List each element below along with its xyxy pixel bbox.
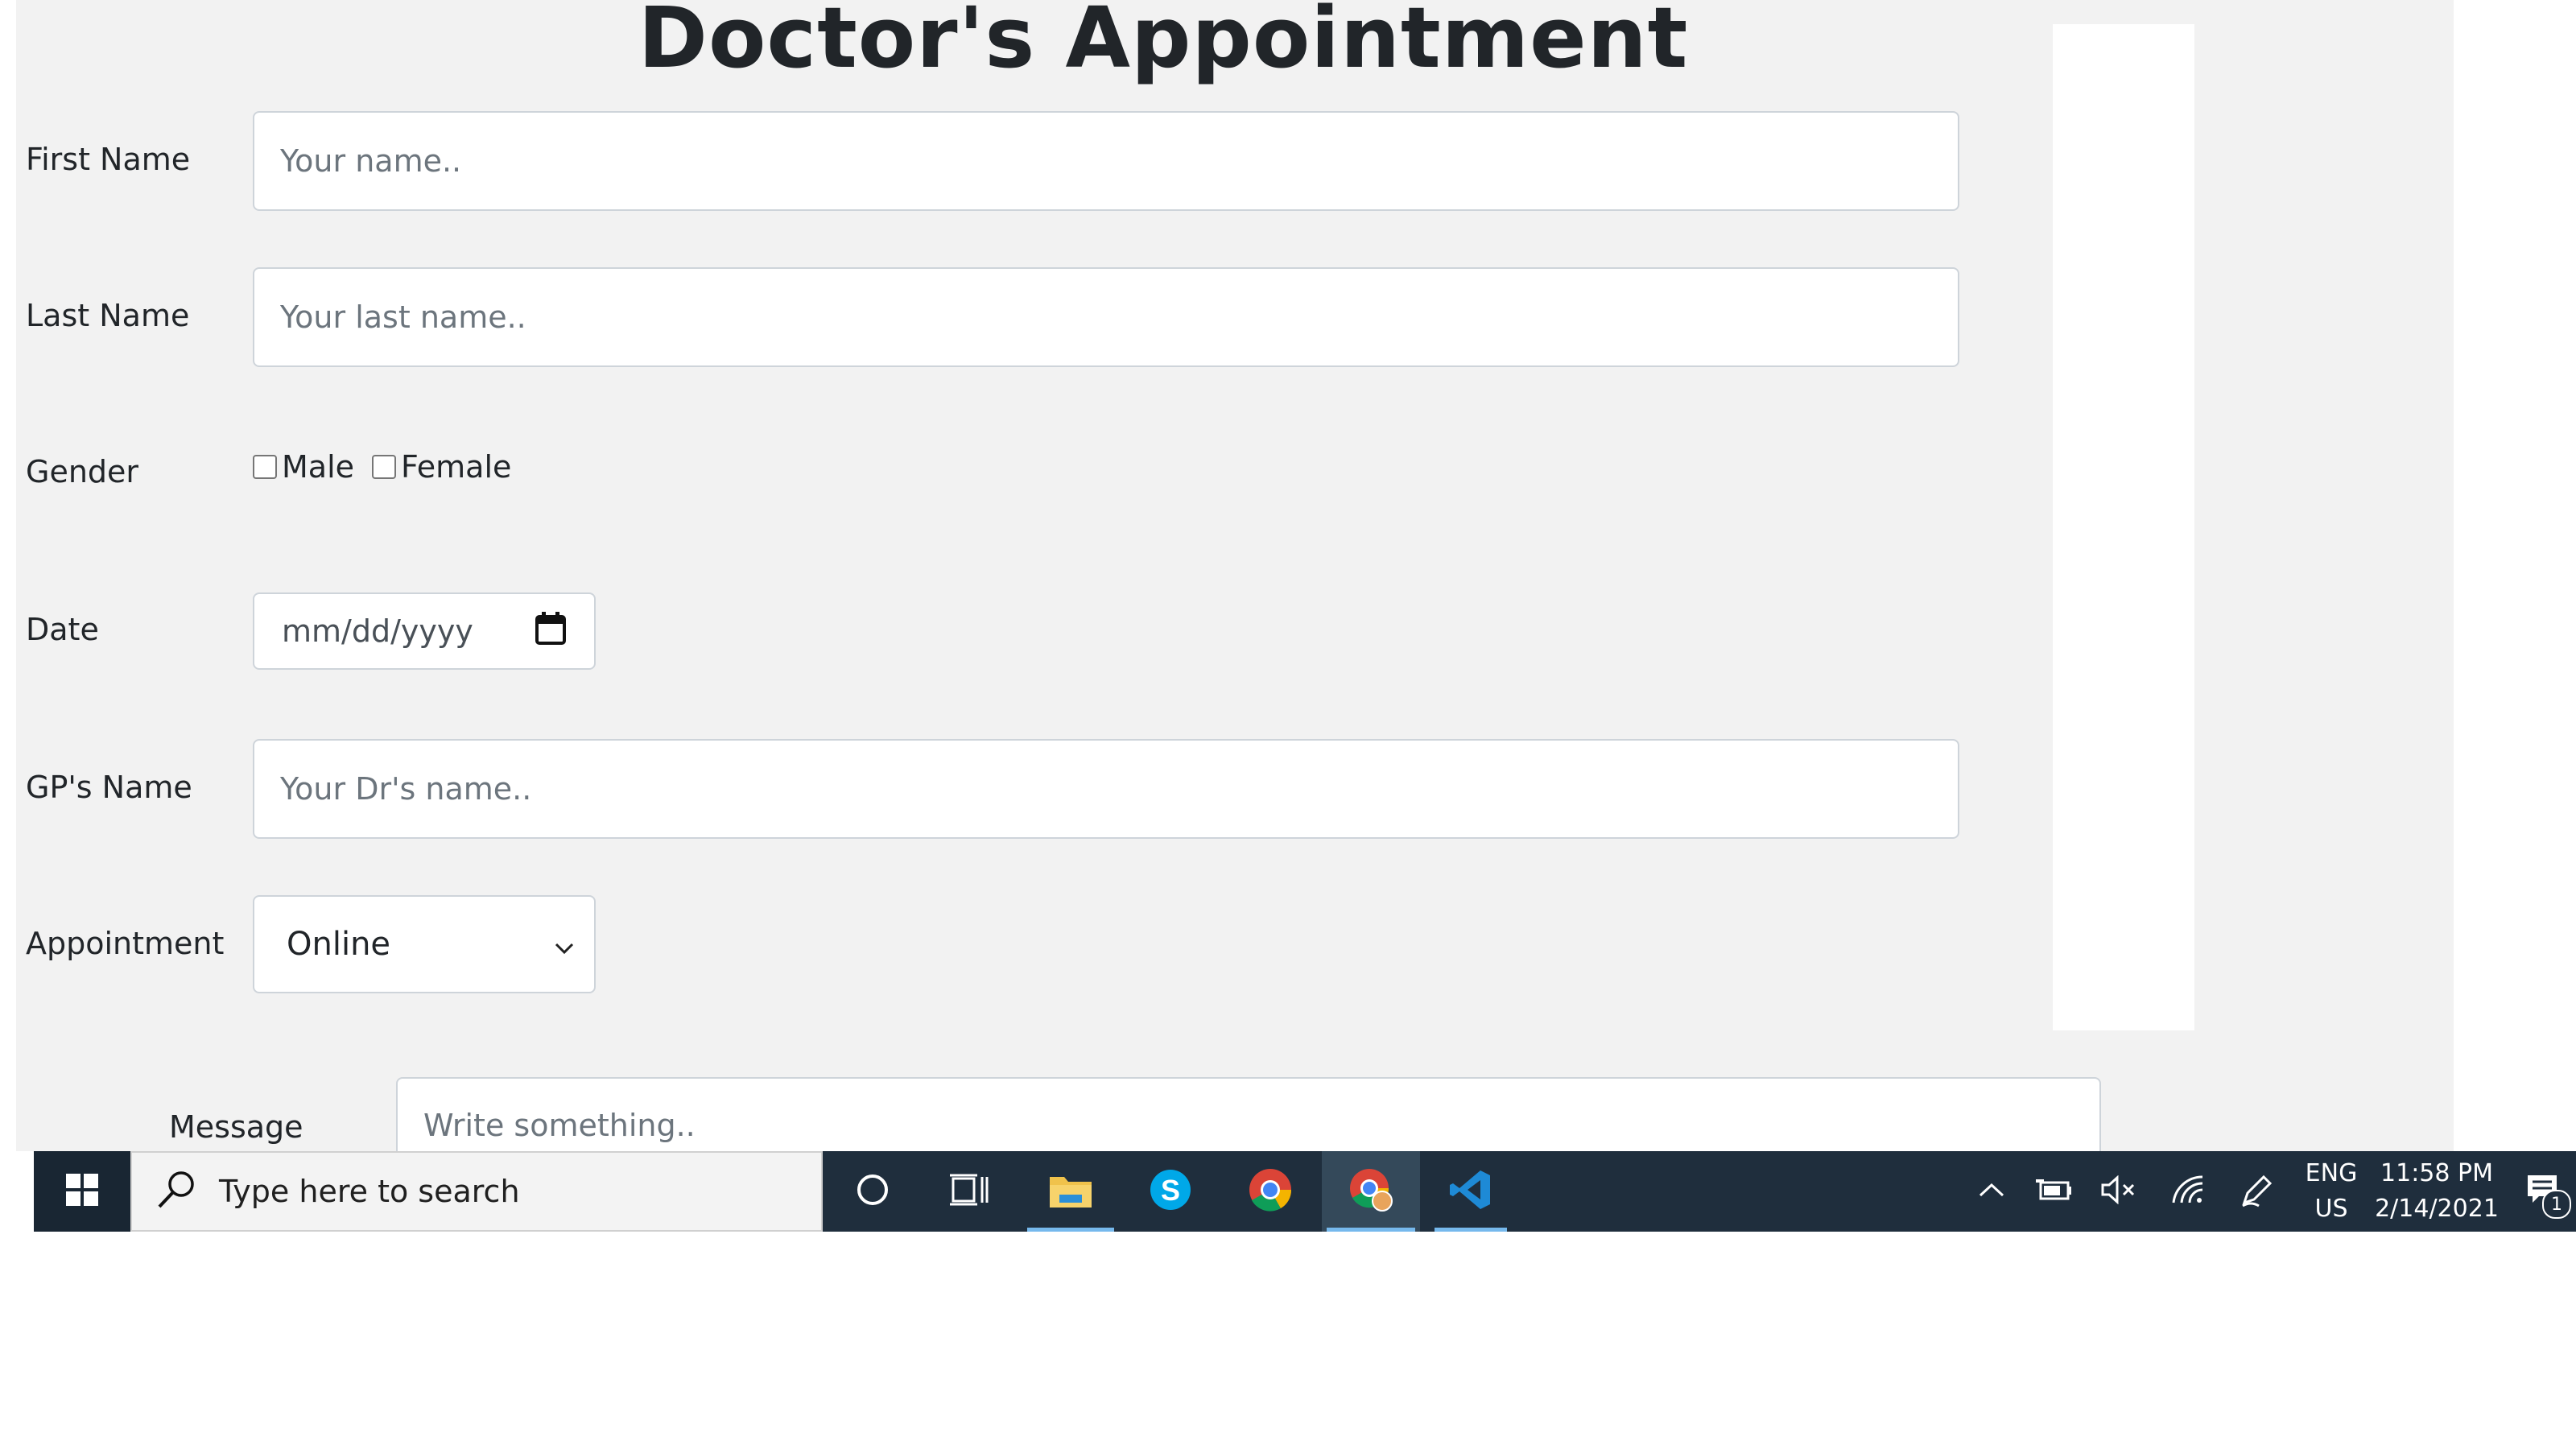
- last-name-input[interactable]: Your last name..: [253, 267, 1959, 367]
- gender-option-female[interactable]: Female: [372, 449, 511, 485]
- clock-time: 11:58 PM: [2380, 1159, 2493, 1187]
- appointment-select[interactable]: Online: [253, 895, 596, 993]
- gp-name-placeholder: Your Dr's name..: [280, 771, 532, 807]
- pen-workspace-button[interactable]: [2231, 1151, 2283, 1232]
- message-textarea[interactable]: Write something..: [396, 1077, 2101, 1151]
- clock[interactable]: 11:58 PM 2/14/2021: [2370, 1156, 2504, 1227]
- battery-button[interactable]: [2029, 1151, 2080, 1232]
- page-title: Doctor's Appointment: [638, 0, 1689, 87]
- last-name-label: Last Name: [26, 298, 190, 333]
- chevron-up-icon: [1978, 1182, 2005, 1201]
- pen-icon: [2240, 1172, 2275, 1211]
- date-input[interactable]: mm/dd/yyyy: [253, 592, 596, 670]
- white-side-panel: [2053, 24, 2194, 1030]
- message-label: Message: [169, 1109, 303, 1145]
- language-line1: ENG: [2305, 1159, 2358, 1187]
- message-placeholder: Write something..: [423, 1108, 696, 1143]
- male-checkbox[interactable]: [253, 455, 277, 479]
- file-explorer-active-indicator: [1027, 1228, 1114, 1232]
- calendar-icon[interactable]: [535, 610, 567, 653]
- last-name-placeholder: Your last name..: [280, 299, 526, 335]
- clock-date: 2/14/2021: [2375, 1195, 2499, 1223]
- chrome-icon: [1248, 1167, 1293, 1216]
- female-checkbox[interactable]: [372, 455, 396, 479]
- language-line2: US: [2314, 1195, 2348, 1223]
- show-hidden-icons-button[interactable]: [1967, 1151, 2016, 1232]
- notification-count-badge: 1: [2542, 1190, 2571, 1219]
- date-label: Date: [26, 612, 99, 647]
- chrome-profile-icon: [1347, 1166, 1395, 1217]
- skype-icon: S: [1149, 1168, 1192, 1215]
- cortana-button[interactable]: [824, 1151, 921, 1232]
- date-placeholder: mm/dd/yyyy: [282, 613, 473, 649]
- vscode-icon: [1448, 1167, 1493, 1216]
- svg-text:S: S: [1161, 1174, 1180, 1207]
- chevron-down-icon: [554, 926, 575, 963]
- appointment-label: Appointment: [26, 926, 225, 961]
- chrome-profile-button[interactable]: [1322, 1151, 1420, 1232]
- appointment-selected-value: Online: [287, 926, 391, 963]
- file-explorer-icon: [1048, 1170, 1093, 1212]
- network-button[interactable]: [2162, 1151, 2214, 1232]
- windows-icon: [66, 1174, 98, 1209]
- taskbar-search-placeholder: Type here to search: [219, 1174, 520, 1209]
- volume-muted-icon: [2101, 1174, 2136, 1208]
- battery-icon: [2036, 1178, 2073, 1205]
- gp-name-label: GP's Name: [26, 770, 192, 805]
- male-label: Male: [282, 449, 355, 485]
- volume-button[interactable]: [2093, 1151, 2145, 1232]
- chrome-profile-active-indicator: [1327, 1228, 1415, 1232]
- skype-button[interactable]: S: [1122, 1151, 1219, 1232]
- language-indicator[interactable]: ENG US: [2299, 1156, 2363, 1227]
- search-icon: [155, 1168, 198, 1215]
- start-button[interactable]: [34, 1151, 130, 1232]
- cortana-icon: [855, 1172, 890, 1211]
- vscode-active-indicator: [1435, 1228, 1507, 1232]
- first-name-placeholder: Your name..: [280, 143, 462, 179]
- vscode-button[interactable]: [1430, 1151, 1512, 1232]
- gp-name-input[interactable]: Your Dr's name..: [253, 739, 1959, 839]
- notification-icon: 1: [2524, 1170, 2571, 1219]
- gender-option-male[interactable]: Male: [253, 449, 354, 485]
- first-name-input[interactable]: Your name..: [253, 111, 1959, 211]
- female-label: Female: [401, 449, 512, 485]
- taskbar-search-box[interactable]: Type here to search: [130, 1151, 823, 1232]
- gender-label: Gender: [26, 454, 139, 489]
- chrome-button[interactable]: [1222, 1151, 1319, 1232]
- task-view-button[interactable]: [921, 1151, 1018, 1232]
- file-explorer-button[interactable]: [1022, 1151, 1119, 1232]
- first-name-label: First Name: [26, 142, 191, 177]
- task-view-icon: [950, 1172, 989, 1211]
- action-center-button[interactable]: 1: [2512, 1151, 2576, 1232]
- wifi-icon: [2170, 1174, 2206, 1209]
